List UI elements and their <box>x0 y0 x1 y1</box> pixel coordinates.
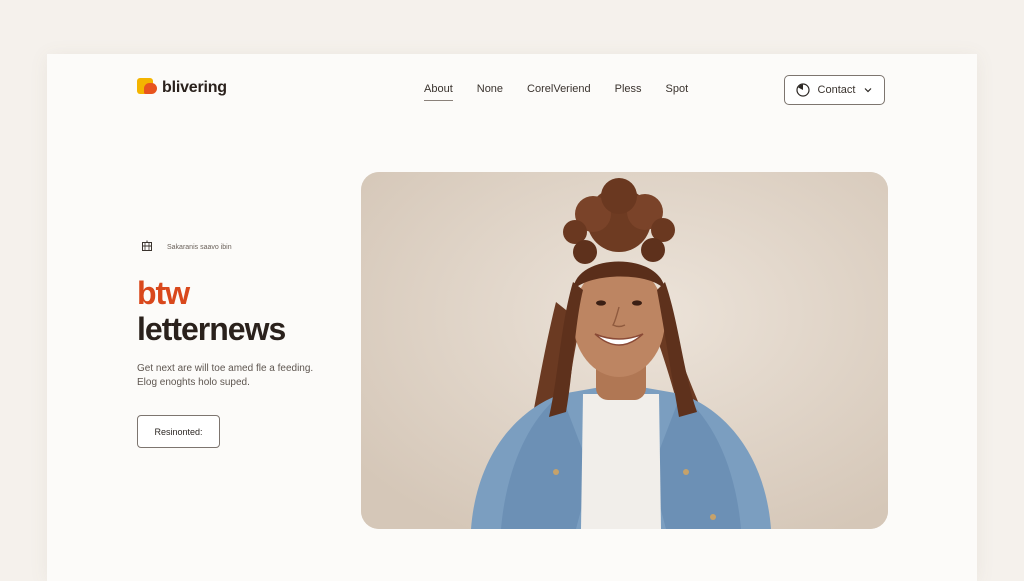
hero-photo <box>361 172 888 529</box>
brand-name: blivering <box>162 79 227 96</box>
cta-button[interactable]: Resinonted: <box>137 415 220 448</box>
brand[interactable]: blivering <box>137 78 227 98</box>
clock-icon <box>795 83 810 97</box>
nav-item-about[interactable]: About <box>424 83 453 101</box>
nav-item-none[interactable]: None <box>477 83 503 101</box>
nav-item-spot[interactable]: Spot <box>666 83 689 101</box>
logo-icon <box>137 78 157 98</box>
chevron-down-icon <box>863 85 873 95</box>
page-card: blivering About None CorelVeriend Pless … <box>47 54 977 581</box>
person-illustration <box>361 172 888 529</box>
eyebrow-text: Sakaranis saavo ibin <box>167 243 232 251</box>
nav-item-pless[interactable]: Pless <box>615 83 642 101</box>
eyebrow: Sakaranis saavo ibin <box>141 238 232 256</box>
contact-label: Contact <box>817 84 856 96</box>
hero-description-line-1: Get next are will toe amed fle a feeding… <box>137 363 314 374</box>
hero-description: Get next are will toe amed fle a feeding… <box>137 362 313 390</box>
hero-title-accent: btw <box>137 275 190 311</box>
main-nav: About None CorelVeriend Pless Spot <box>424 83 688 101</box>
contact-button[interactable]: Contact <box>784 75 885 105</box>
nav-item-corelveriend[interactable]: CorelVeriend <box>527 83 591 101</box>
hero-description-line-2: Elog enoghts holo suped. <box>137 377 250 388</box>
building-icon <box>141 238 153 256</box>
hero-title: letternews <box>137 311 286 347</box>
